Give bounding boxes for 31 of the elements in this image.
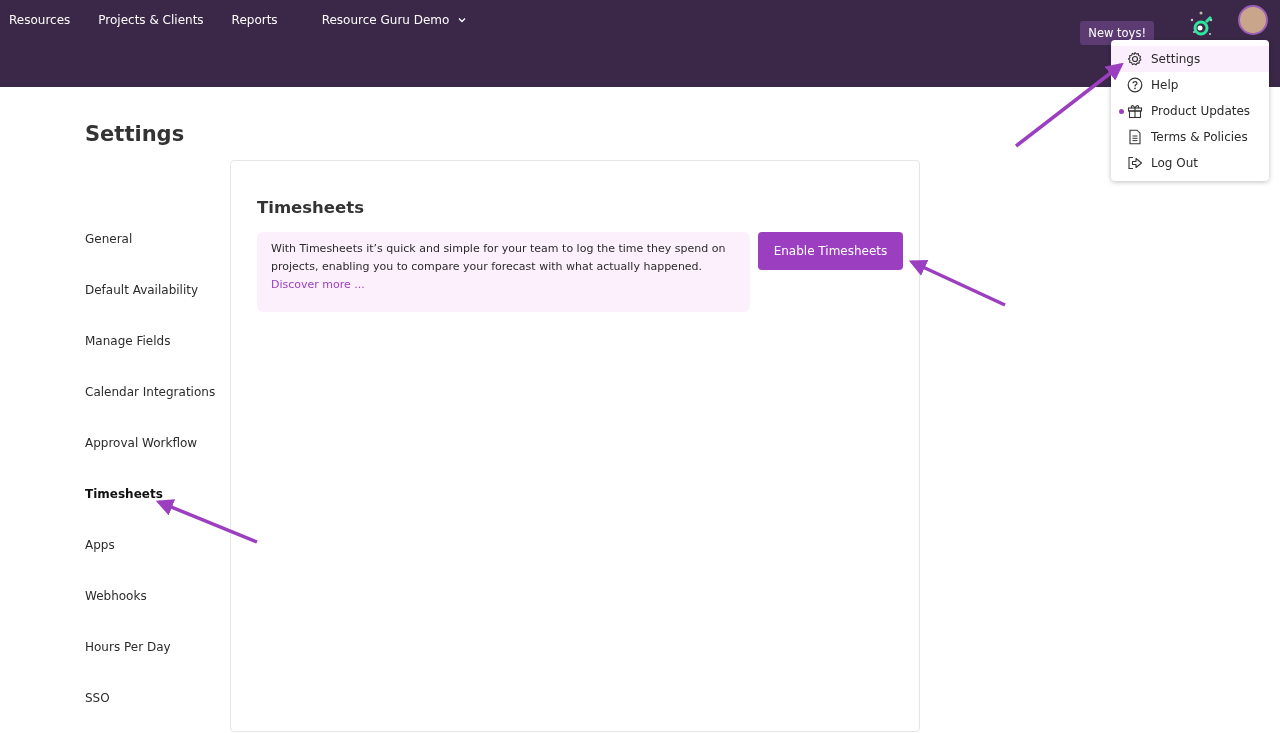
sidebar-item[interactable]: Manage Fields <box>85 332 171 350</box>
menu-item[interactable]: Terms & Policies <box>1111 124 1269 150</box>
page-title: Settings <box>85 122 185 146</box>
menu-item[interactable]: Settings <box>1111 46 1269 72</box>
settings-icon <box>1127 51 1143 67</box>
logout-icon <box>1127 155 1143 171</box>
sidebar-item[interactable]: Default Availability <box>85 281 199 299</box>
sidebar-item[interactable]: SSO <box>85 689 110 707</box>
nav-link[interactable]: Reports <box>222 0 287 27</box>
nav-link[interactable]: Resources <box>0 0 80 27</box>
gift-icon <box>1127 103 1143 119</box>
sidebar-item[interactable]: Approval Workflow <box>85 434 198 452</box>
menu-item[interactable]: Log Out <box>1111 150 1269 176</box>
avatar[interactable] <box>1238 5 1268 35</box>
menu-item[interactable]: Product Updates <box>1111 98 1269 124</box>
sidebar-item[interactable]: Calendar Integrations <box>85 383 216 401</box>
menu-item[interactable]: Help <box>1111 72 1269 98</box>
enable-timesheets-button[interactable]: Enable Timesheets <box>758 232 903 270</box>
panel-title: Timesheets <box>257 198 365 217</box>
help-icon <box>1127 77 1143 93</box>
caret-icon <box>458 17 467 23</box>
sidebar-item[interactable]: Webhooks <box>85 587 147 605</box>
document-icon <box>1127 129 1143 145</box>
sidebar-item[interactable]: Timesheets <box>85 485 163 503</box>
discover-more-link[interactable]: Discover more ... <box>271 278 365 291</box>
workspace-dropdown[interactable]: Resource Guru Demo <box>312 0 476 27</box>
nav-link[interactable]: Projects & Clients <box>89 0 213 27</box>
sidebar-item[interactable]: General <box>85 230 133 248</box>
sidebar-item[interactable]: Hours Per Day <box>85 638 171 656</box>
info-text: With Timesheets it’s quick and simple for your team to log the time they spend on projects, enabling you to compare your forecast with what actually happened. <box>271 241 727 275</box>
sidebar-item[interactable]: Apps <box>85 536 115 554</box>
